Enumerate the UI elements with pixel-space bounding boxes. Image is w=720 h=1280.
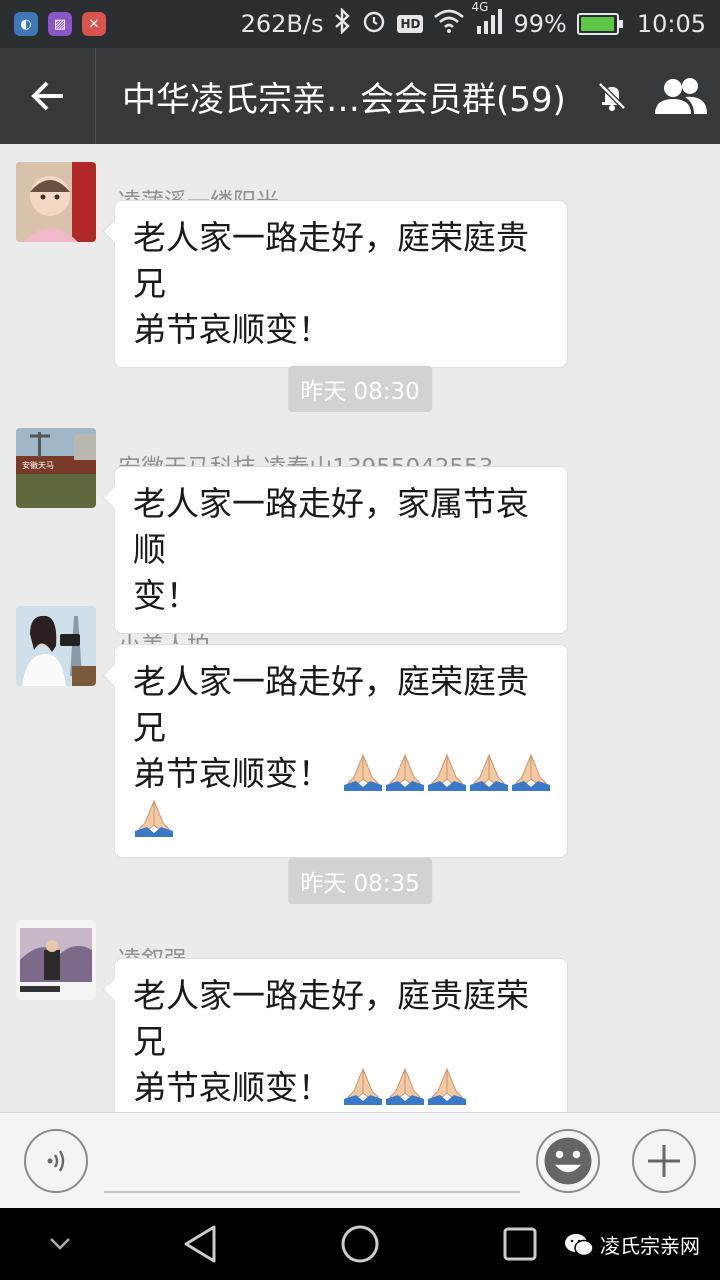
folded-hands-emoji [511,753,550,791]
voice-input-button[interactable] [24,1129,88,1193]
input-bar [0,1112,720,1208]
signal-icon: 4G [471,0,503,40]
folded-hands-emoji [135,799,173,837]
recents-square-icon [503,1227,537,1261]
group-members-button[interactable] [642,48,720,144]
back-triangle-icon [184,1225,216,1263]
message-text-line: 变！ [133,576,199,615]
folded-hands-emoji [343,1067,382,1105]
message-text-line: 老人家一路走好，庭荣庭贵兄 [133,662,529,747]
message-text-line: 弟节哀顺变！ [133,751,552,797]
message-text-line: 老人家一路走好，庭荣庭贵兄 [133,218,529,303]
nav-back-button[interactable] [178,1208,222,1280]
emoji-group [133,797,549,843]
svg-text:安徽天马: 安徽天马 [22,460,54,470]
collapse-icon [50,1238,70,1250]
wechat-logo-icon [565,1233,594,1256]
avatar[interactable]: 安徽天马 [16,428,96,508]
emoji-group [342,1067,468,1107]
message-text-line: 老人家一路走好，家属节哀顺 [133,484,529,569]
tools-icon: ✕ [82,12,106,36]
mute-indicator [582,48,642,144]
back-arrow-icon [30,81,63,111]
smiley-icon [544,1137,592,1185]
wifi-icon [433,9,465,39]
system-nav-bar: 凌氏宗亲网 [0,1208,720,1280]
message-bubble[interactable]: 老人家一路走好，家属节哀顺 变！ [114,466,568,634]
folded-hands-emoji [427,753,466,791]
group-members-icon [655,78,707,114]
folded-hands-emoji [385,1067,424,1105]
emoji-group [342,753,552,793]
bluetooth-icon [333,7,351,40]
alarm-icon [361,8,387,40]
watermark-text: 凌氏宗亲网 [600,1234,700,1258]
time-divider: 昨天 08:35 [288,858,432,904]
time-divider: 昨天 08:30 [288,366,432,412]
chat-messages[interactable]: 凌蒲溪一缕阳光 老人家一路走好，庭荣庭贵兄 弟节哀顺变！ 昨天 08:30 安徽… [0,144,720,1112]
battery-icon [576,13,623,35]
gallery-icon: ▨ [48,12,72,36]
battery-fill [580,17,615,31]
watermark: 凌氏宗亲网 [564,1230,700,1259]
nav-recents-button[interactable] [498,1208,542,1280]
folded-hands-emoji [385,753,424,791]
message-text-line: 老人家一路走好，庭贵庭荣兄 [133,976,529,1061]
avatar[interactable] [16,162,96,242]
folded-hands-emoji [469,753,508,791]
emoji-button[interactable] [536,1129,600,1193]
back-button[interactable] [0,48,96,144]
chat-title: 中华凌氏宗亲…会会员群(59) [122,79,566,120]
plus-icon [648,1145,680,1177]
folded-hands-emoji [427,1067,466,1105]
message-bubble[interactable]: 老人家一路走好，庭贵庭荣兄 弟节哀顺变！ [114,958,568,1112]
message-text-line: 弟节哀顺变！ [133,1065,549,1111]
avatar[interactable] [16,606,96,686]
chat-header: 中华凌氏宗亲…会会员群(59) [0,48,720,144]
message-input[interactable] [104,1133,520,1193]
status-bar: ◐ ▨ ✕ 262B/s HD 4G 99% 10:05 [0,0,720,48]
message-bubble[interactable]: 老人家一路走好，庭荣庭贵兄 弟节哀顺变！ [114,644,568,858]
message-bubble[interactable]: 老人家一路走好，庭荣庭贵兄 弟节哀顺变！ [114,200,568,368]
bell-off-icon [598,82,626,111]
more-button[interactable] [632,1129,696,1193]
net-speed: 262B/s [240,10,324,38]
collapse-button[interactable] [40,1208,80,1280]
avatar[interactable] [16,920,96,1000]
hd-badge: HD [397,15,424,33]
clock: 10:05 [636,10,706,38]
nav-home-button[interactable] [336,1208,384,1280]
message-text: 弟节哀顺变！ [133,754,331,793]
message-text-line: 弟节哀顺变！ [133,310,331,349]
ingress-icon: ◐ [14,12,38,36]
voice-input-icon [47,1150,65,1172]
home-circle-icon [341,1225,379,1263]
message-text: 弟节哀顺变！ [133,1068,331,1107]
network-type: 4G [471,0,489,14]
notification-icons: ◐ ▨ ✕ [14,12,106,36]
battery-percent: 99% [513,10,567,38]
folded-hands-emoji [343,753,382,791]
